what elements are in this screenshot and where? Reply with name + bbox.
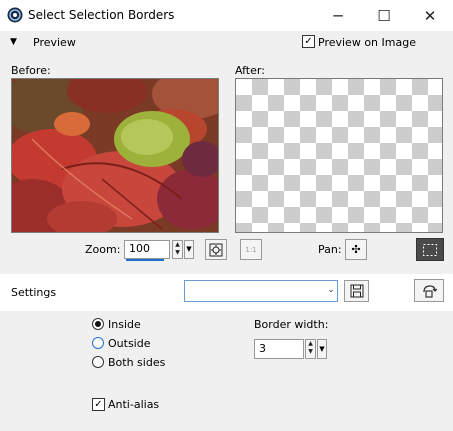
spin-up-icon[interactable]: ▲ — [306, 340, 315, 348]
reset-icon — [423, 284, 437, 298]
after-label: After: — [235, 64, 265, 77]
zoom-fit-icon — [209, 243, 223, 256]
pan-move-icon: ✣ — [351, 243, 361, 256]
zoom-input-focus-underline — [126, 259, 164, 261]
show-marquee-button[interactable] — [416, 238, 444, 261]
before-label: Before: — [11, 64, 51, 77]
anti-alias-label[interactable]: Anti-alias — [108, 398, 159, 411]
leaves-photo — [12, 79, 218, 232]
radio-both-sides[interactable] — [92, 356, 104, 368]
preview-on-image-label[interactable]: Preview on Image — [318, 36, 416, 49]
anti-alias-checkbox[interactable]: ✓ — [92, 398, 105, 411]
border-width-dropdown-button[interactable]: ▼ — [317, 339, 327, 359]
paintshop-app-icon — [7, 7, 23, 23]
radio-both-sides-label[interactable]: Both sides — [108, 356, 165, 369]
close-icon: ✕ — [423, 6, 437, 25]
save-preset-button[interactable] — [344, 280, 369, 302]
border-width-label: Border width: — [254, 318, 329, 331]
border-width-input[interactable]: 3 — [254, 339, 304, 359]
radio-inside-label[interactable]: Inside — [108, 318, 141, 331]
window-title: Select Selection Borders — [28, 8, 175, 22]
zoom-dropdown-button[interactable]: ▼ — [184, 240, 194, 259]
settings-panel — [0, 311, 453, 431]
after-preview-image[interactable] — [235, 78, 443, 233]
preview-section-label[interactable]: Preview — [33, 36, 76, 49]
settings-label: Settings — [11, 286, 57, 299]
minimize-button[interactable]: ─ — [315, 0, 361, 31]
selection-marquee-icon — [423, 243, 437, 256]
zoom-to-fit-button[interactable] — [205, 239, 227, 260]
reset-to-default-button[interactable] — [414, 279, 444, 302]
pan-button[interactable]: ✣ — [345, 239, 367, 260]
preview-on-image-checkbox[interactable]: ✓ — [302, 35, 315, 48]
spin-down-icon[interactable]: ▼ — [306, 348, 315, 356]
border-width-spinner[interactable]: ▲ ▼ — [305, 339, 316, 359]
radio-outside[interactable] — [92, 337, 104, 349]
zoom-1to1-button[interactable]: 1:1 — [240, 239, 262, 260]
pan-label: Pan: — [318, 243, 342, 256]
maximize-icon: ☐ — [377, 6, 391, 25]
triangle-down-icon[interactable]: ▼ — [10, 37, 17, 47]
zoom-input[interactable]: 100 — [124, 240, 170, 259]
spin-down-icon[interactable]: ▼ — [173, 249, 182, 257]
zoom-spinner[interactable]: ▲ ▼ — [172, 240, 183, 259]
close-button[interactable]: ✕ — [407, 0, 453, 31]
maximize-button[interactable]: ☐ — [361, 0, 407, 31]
minimize-icon: ─ — [333, 6, 343, 25]
floppy-disk-icon — [350, 284, 363, 298]
preset-select[interactable] — [184, 280, 338, 302]
zoom-label: Zoom: — [85, 243, 121, 256]
before-preview-image[interactable] — [11, 78, 219, 233]
chevron-down-icon[interactable]: ⌄ — [324, 280, 338, 302]
radio-selected-dot — [95, 321, 101, 327]
zoom-1to1-icon: 1:1 — [245, 245, 257, 254]
radio-inside[interactable] — [92, 318, 104, 330]
spin-up-icon[interactable]: ▲ — [173, 241, 182, 249]
radio-outside-label[interactable]: Outside — [108, 337, 150, 350]
